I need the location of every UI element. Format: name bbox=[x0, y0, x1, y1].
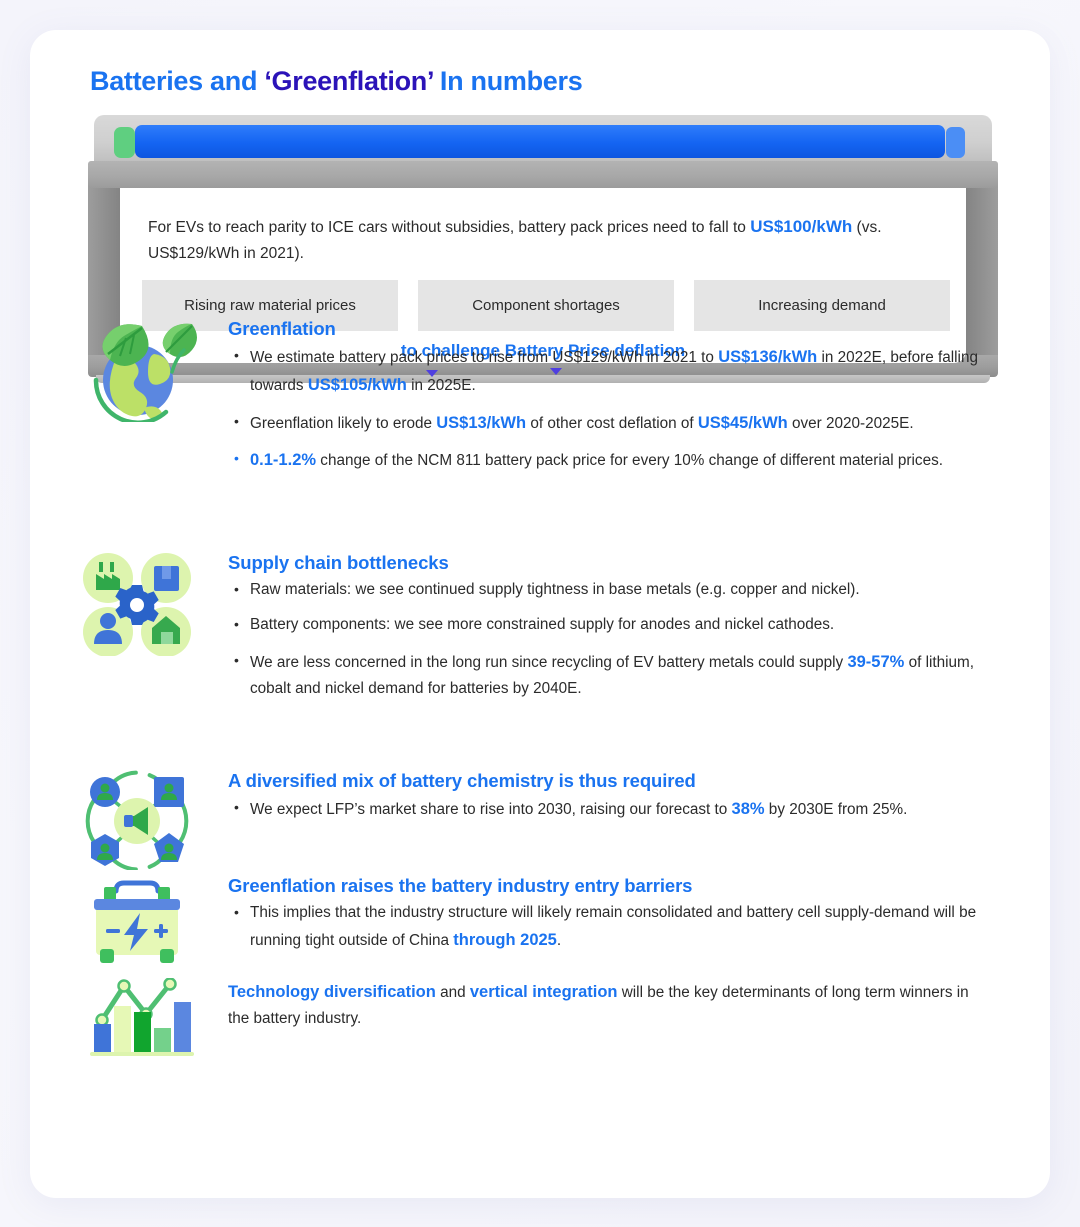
section-heading: A diversified mix of battery chemistry i… bbox=[228, 770, 696, 791]
bullet-highlight: 38% bbox=[731, 800, 765, 818]
supply-chain-icon bbox=[80, 552, 194, 656]
bullet-text: We are less concerned in the long run si… bbox=[250, 653, 848, 671]
bullet-text: of other cost deflation of bbox=[526, 414, 698, 432]
bullet-item: This implies that the industry structure… bbox=[228, 900, 988, 955]
section-body: Greenflation raises the battery industry… bbox=[228, 875, 988, 964]
bar-chart-icon bbox=[80, 978, 194, 1064]
panel-lead-text: For EVs to reach parity to ICE cars with… bbox=[148, 213, 938, 266]
section-body: Greenflation We estimate battery pack pr… bbox=[228, 318, 988, 484]
panel-lead-pre: For EVs to reach parity to ICE cars with… bbox=[148, 219, 751, 236]
bullet-item: We are less concerned in the long run si… bbox=[228, 648, 988, 703]
bullet-highlight: through 2025 bbox=[453, 931, 557, 950]
plain-highlight: Technology diversification bbox=[228, 983, 436, 1001]
section-body: Supply chain bottlenecks Raw materials: … bbox=[228, 552, 988, 711]
title-part-2: ‘Greenflation’ bbox=[264, 66, 433, 96]
section-heading: Greenflation raises the battery industry… bbox=[228, 875, 693, 896]
driver-box-label: Component shortages bbox=[472, 297, 620, 314]
bullet-highlight: 39-57% bbox=[847, 652, 905, 671]
title-part-3: In numbers bbox=[432, 66, 583, 96]
network-diversification-icon bbox=[80, 770, 194, 870]
bullet-text: in 2025E. bbox=[406, 377, 476, 395]
title-part-1: Batteries and bbox=[90, 66, 265, 96]
page-title: Batteries and ‘Greenflation’ In numbers bbox=[90, 66, 583, 97]
bullet-item: Battery components: we see more constrai… bbox=[228, 612, 988, 638]
bullet-highlight: US$13/kWh bbox=[436, 413, 527, 432]
section-heading: Greenflation bbox=[228, 318, 336, 339]
bullet-text: We estimate battery pack prices to rise … bbox=[250, 349, 719, 366]
bullet-item: We estimate battery pack prices to rise … bbox=[228, 343, 988, 400]
driver-box-label: Increasing demand bbox=[758, 297, 886, 314]
bullet-item: 0.1-1.2% change of the NCM 811 battery p… bbox=[228, 446, 988, 474]
bullet-text: change of the NCM 811 battery pack price… bbox=[316, 452, 943, 470]
bullet-text: by 2030E from 25%. bbox=[764, 801, 908, 818]
plain-text: and bbox=[435, 984, 470, 1001]
battery-terminal-green bbox=[114, 127, 135, 158]
bullet-highlight: US$105/kWh bbox=[307, 376, 407, 395]
globe-leaf-icon bbox=[80, 318, 198, 422]
battery-terminal-blue bbox=[946, 127, 965, 158]
bullet-text: This implies that the industry structure… bbox=[250, 904, 977, 950]
battery-blue-bar bbox=[135, 125, 945, 158]
section-body: A diversified mix of battery chemistry i… bbox=[228, 770, 988, 832]
bullet-text: Raw materials: we see continued supply t… bbox=[250, 581, 860, 598]
bullet-highlight: US$45/kWh bbox=[697, 413, 788, 432]
plain-highlight: vertical integration bbox=[469, 983, 618, 1001]
driver-box-label: Rising raw material prices bbox=[184, 297, 356, 314]
section-body: Technology diversification and vertical … bbox=[228, 978, 988, 1033]
panel-lead-highlight: US$100/kWh bbox=[750, 217, 853, 236]
bullet-text: We expect LFP’s market share to rise int… bbox=[250, 801, 732, 818]
bullet-text: Greenflation likely to erode bbox=[250, 414, 437, 432]
bullet-text: over 2020-2025E. bbox=[787, 414, 914, 432]
battery-lid-shelf bbox=[88, 161, 998, 188]
section-heading: Supply chain bottlenecks bbox=[228, 552, 449, 573]
bullet-highlight: US$136/kWh bbox=[718, 348, 818, 366]
bullet-text: . bbox=[556, 932, 562, 950]
bullet-item: Raw materials: we see continued supply t… bbox=[228, 577, 988, 603]
battery-icon bbox=[80, 875, 194, 967]
section-plain-text: Technology diversification and vertical … bbox=[228, 978, 988, 1033]
infographic-card: Batteries and ‘Greenflation’ In numbers … bbox=[30, 30, 1050, 1198]
bullet-item: Greenflation likely to erode US$13/kWh o… bbox=[228, 409, 988, 437]
bullet-highlight: 0.1-1.2% bbox=[250, 451, 317, 470]
bullet-item: We expect LFP’s market share to rise int… bbox=[228, 795, 988, 823]
bullet-text: Battery components: we see more constrai… bbox=[250, 616, 835, 634]
